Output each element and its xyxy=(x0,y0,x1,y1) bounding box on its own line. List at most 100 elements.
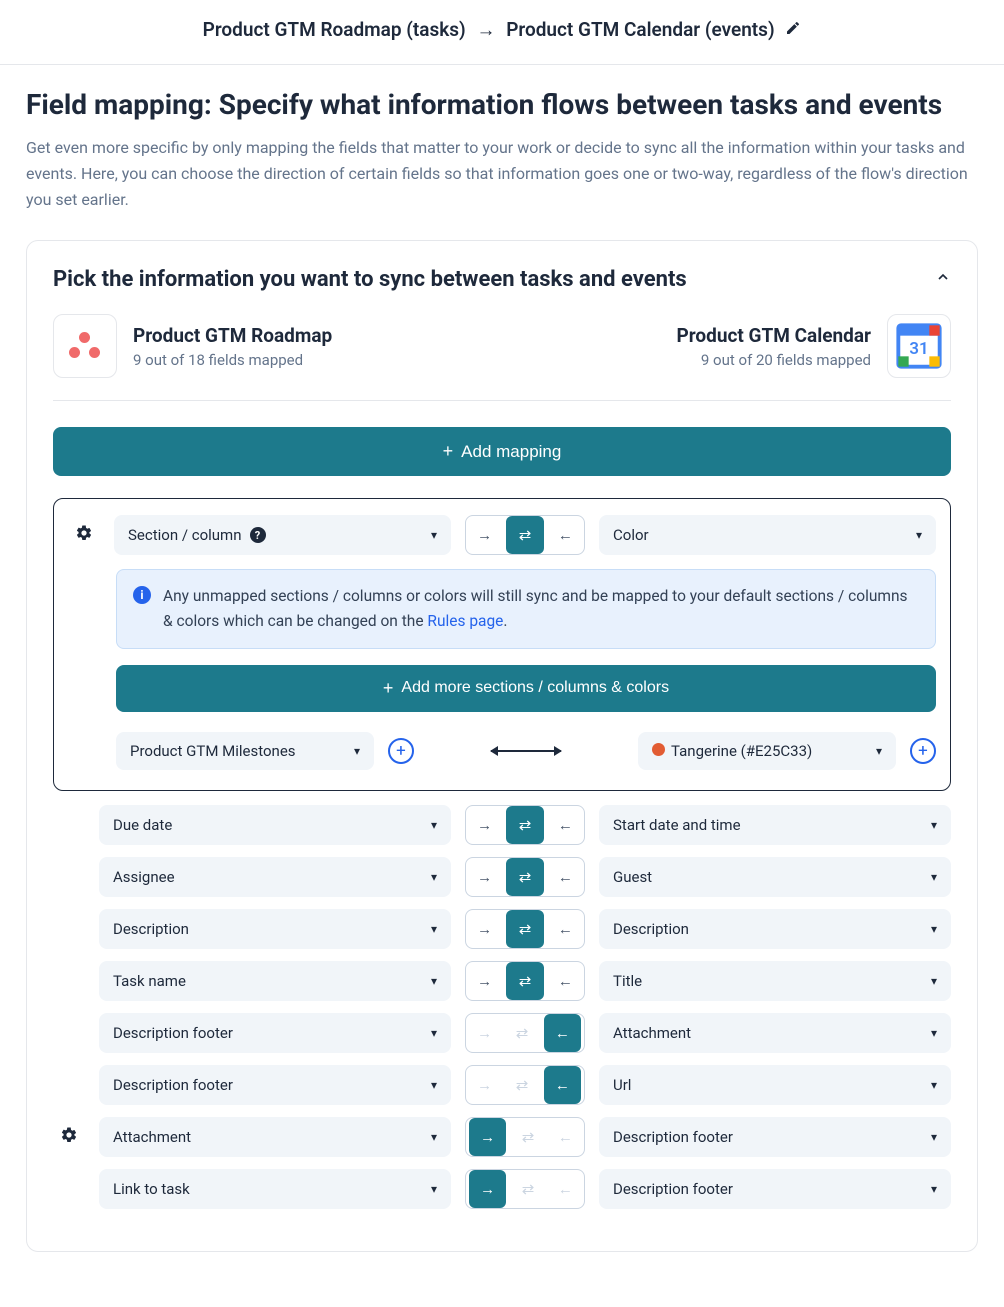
page-description: Get even more specific by only mapping t… xyxy=(26,135,978,212)
right-field-select[interactable]: Title▾ xyxy=(599,961,951,1001)
chevron-down-icon: ▾ xyxy=(431,528,437,542)
plus-icon: + xyxy=(383,678,394,699)
chevron-down-icon: ▾ xyxy=(431,922,437,936)
direction-both: ⇄ xyxy=(509,1118,546,1156)
direction-both: ⇄ xyxy=(503,1066,540,1104)
sub-right-label: Tangerine (#E25C33) xyxy=(671,742,812,760)
direction-left[interactable]: ← xyxy=(547,516,584,554)
direction-both[interactable]: ⇄ xyxy=(506,910,543,948)
sub-right-select[interactable]: Tangerine (#E25C33) ▾ xyxy=(638,732,896,770)
mapping-row: Attachment ▾ →⇄← Description footer▾ xyxy=(53,1117,951,1157)
mapping-row: Description▾→⇄←Description▾ xyxy=(53,909,951,949)
direction-left[interactable]: ← xyxy=(544,1066,581,1104)
add-right-button[interactable]: + xyxy=(910,738,936,764)
collapse-icon[interactable] xyxy=(935,269,951,290)
direction-toggle[interactable]: →⇄← xyxy=(465,857,585,897)
direction-both: ⇄ xyxy=(509,1170,546,1208)
direction-right[interactable]: → xyxy=(469,1170,506,1208)
field-label: Url xyxy=(613,1076,631,1094)
add-mapping-button[interactable]: + Add mapping xyxy=(53,427,951,476)
direction-both: ⇄ xyxy=(503,1014,540,1052)
direction-right[interactable]: → xyxy=(466,516,503,554)
gear-icon[interactable] xyxy=(60,1126,78,1148)
right-field-select-color[interactable]: Color ▾ xyxy=(599,515,936,555)
direction-toggle[interactable]: →⇄← xyxy=(465,1065,585,1105)
color-dot-icon xyxy=(652,743,665,756)
info-banner: i Any unmapped sections / columns or col… xyxy=(116,569,936,649)
chevron-down-icon: ▾ xyxy=(931,922,937,936)
right-field-select[interactable]: Url▾ xyxy=(599,1065,951,1105)
left-field-select[interactable]: Link to task▾ xyxy=(99,1169,451,1209)
bidir-arrow-icon xyxy=(428,750,624,752)
direction-right[interactable]: → xyxy=(466,962,503,1000)
direction-toggle[interactable]: →⇄← xyxy=(465,961,585,1001)
field-mapping-panel: Pick the information you want to sync be… xyxy=(26,240,978,1252)
direction-both[interactable]: ⇄ xyxy=(506,962,543,1000)
direction-right[interactable]: → xyxy=(466,910,503,948)
mapping-row: Assignee▾ →⇄← Guest▾ xyxy=(53,857,951,897)
field-label: Section / column xyxy=(128,526,242,544)
left-field-select[interactable]: Description footer▾ xyxy=(99,1013,451,1053)
asana-icon xyxy=(53,314,117,378)
direction-left: ← xyxy=(547,1170,584,1208)
chevron-down-icon: ▾ xyxy=(431,1130,437,1144)
edit-icon[interactable] xyxy=(785,18,801,41)
right-field-select[interactable]: Start date and time▾ xyxy=(599,805,951,845)
direction-toggle[interactable]: →⇄← xyxy=(465,1117,585,1157)
chevron-down-icon: ▾ xyxy=(876,744,882,758)
mapping-row: Due date▾ →⇄← Start date and time▾ xyxy=(53,805,951,845)
direction-toggle[interactable]: →⇄← xyxy=(465,909,585,949)
direction-toggle[interactable]: → ⇄ ← xyxy=(465,515,585,555)
field-label: Description footer xyxy=(613,1180,733,1198)
left-field-select[interactable]: Description ▾ xyxy=(99,909,451,949)
direction-left[interactable]: ← xyxy=(547,962,584,1000)
info-text-end: . xyxy=(503,612,507,630)
direction-toggle[interactable]: →⇄← xyxy=(465,1169,585,1209)
left-field-select[interactable]: Attachment ▾ xyxy=(99,1117,451,1157)
page-title: Field mapping: Specify what information … xyxy=(26,87,978,123)
direction-left[interactable]: ← xyxy=(547,858,584,896)
direction-toggle[interactable]: →⇄← xyxy=(465,805,585,845)
direction-left: ← xyxy=(547,1118,584,1156)
right-field-select[interactable]: Attachment▾ xyxy=(599,1013,951,1053)
gear-icon[interactable] xyxy=(75,524,93,546)
direction-right[interactable]: → xyxy=(469,1118,506,1156)
left-field-select-section[interactable]: Section / column ? ▾ xyxy=(114,515,451,555)
right-field-select[interactable]: Description footer▾ xyxy=(599,1117,951,1157)
chevron-down-icon: ▾ xyxy=(354,744,360,758)
field-label: Description xyxy=(113,920,189,938)
mapping-row: Link to task▾ →⇄← Description footer▾ xyxy=(53,1169,951,1209)
field-label: Description footer xyxy=(613,1128,733,1146)
field-label: Assignee xyxy=(113,868,175,886)
help-icon[interactable]: ? xyxy=(250,527,266,543)
left-field-select[interactable]: Due date▾ xyxy=(99,805,451,845)
direction-both[interactable]: ⇄ xyxy=(506,806,543,844)
add-sections-button[interactable]: + Add more sections / columns & colors xyxy=(116,665,936,712)
field-label: Due date xyxy=(113,816,172,834)
target-project: Product GTM Calendar (events) xyxy=(506,18,774,41)
direction-toggle[interactable]: →⇄← xyxy=(465,1013,585,1053)
right-field-select[interactable]: Description▾ xyxy=(599,909,951,949)
left-field-select[interactable]: Task name▾ xyxy=(99,961,451,1001)
direction-right: → xyxy=(466,1066,503,1104)
right-field-select[interactable]: Description footer▾ xyxy=(599,1169,951,1209)
left-field-select[interactable]: Assignee▾ xyxy=(99,857,451,897)
direction-left[interactable]: ← xyxy=(544,1014,581,1052)
left-field-select[interactable]: Description footer▾ xyxy=(99,1065,451,1105)
field-label: Title xyxy=(613,972,642,990)
direction-right[interactable]: → xyxy=(466,806,503,844)
rules-page-link[interactable]: Rules page xyxy=(427,612,503,630)
section-mapping-box: Section / column ? ▾ → ⇄ ← Color ▾ i xyxy=(53,498,951,791)
source-project: Product GTM Roadmap (tasks) xyxy=(203,18,466,41)
direction-left[interactable]: ← xyxy=(547,806,584,844)
right-tool-status: 9 out of 20 fields mapped xyxy=(677,351,871,369)
add-left-button[interactable]: + xyxy=(388,738,414,764)
field-label: Attachment xyxy=(113,1128,191,1146)
right-field-select[interactable]: Guest▾ xyxy=(599,857,951,897)
sub-left-select[interactable]: Product GTM Milestones ▾ xyxy=(116,732,374,770)
field-label: Description footer xyxy=(113,1076,233,1094)
direction-both[interactable]: ⇄ xyxy=(506,516,543,554)
direction-left[interactable]: ← xyxy=(547,910,584,948)
direction-right[interactable]: → xyxy=(466,858,503,896)
direction-both[interactable]: ⇄ xyxy=(506,858,543,896)
